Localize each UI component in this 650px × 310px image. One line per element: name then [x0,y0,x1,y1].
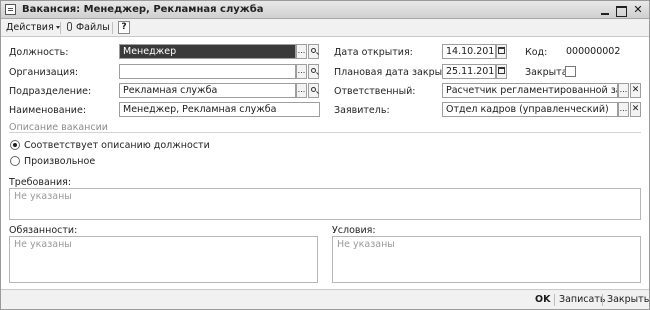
applicant-label: Заявитель: [334,105,390,116]
option-matches-label[interactable]: Соответствует описанию должности [24,140,210,151]
ok-button[interactable]: OK [535,294,550,305]
actions-label: Действия [6,22,54,33]
radio-matches-description[interactable] [10,140,20,150]
position-field-group: Менеджер [119,44,320,59]
department-select-button[interactable] [296,83,307,98]
closed-label: Закрыта [525,67,568,78]
closed-checkbox[interactable] [565,66,576,77]
section-divider [9,132,641,133]
conditions-textarea[interactable]: Не указаны [332,236,641,283]
requirements-textarea[interactable]: Не указаны [9,188,641,220]
title-bar: Вакансия: Менеджер, Рекламная служба ✕ [1,1,649,19]
name-input[interactable]: Менеджер, Рекламная служба [119,102,320,117]
applicant-field-group: Отдел кадров (управленческий) ✕ [442,102,642,117]
files-button[interactable]: Файлы [67,22,110,33]
window-title: Вакансия: Менеджер, Рекламная служба [22,4,264,15]
duties-textarea[interactable]: Не указаны [9,236,318,283]
organization-field-group [119,64,320,79]
applicant-select-button[interactable] [618,102,629,117]
code-value: 000000002 [566,46,621,57]
planned-close-field-group: 25.11.2010 [442,64,508,79]
position-open-button[interactable] [308,44,319,59]
button-divider [602,294,603,306]
position-select-button[interactable] [296,44,307,59]
department-open-button[interactable] [308,83,319,98]
save-button[interactable]: Записать [559,294,605,305]
calendar-icon [498,47,505,54]
minimize-button[interactable] [599,4,611,16]
department-field-group: Рекламная служба [119,83,320,98]
toolbar-divider [60,22,61,34]
maximize-button[interactable] [615,4,627,17]
clear-icon: ✕ [631,85,640,95]
option-custom-label[interactable]: Произвольное [24,156,95,167]
organization-label: Организация: [9,67,79,78]
planned-close-calendar-button[interactable] [496,64,507,79]
department-input[interactable]: Рекламная служба [119,83,296,98]
open-date-field-group: 14.10.2010 [442,44,508,59]
radio-custom-description[interactable] [10,156,20,166]
actions-menu[interactable]: Действия [6,22,60,33]
code-label: Код: [525,47,548,58]
document-icon [5,4,16,15]
command-bar: Действия Файлы ? [1,19,649,37]
help-button[interactable]: ? [118,21,130,34]
organization-select-button[interactable] [296,64,307,79]
close-button[interactable]: Закрыть [607,294,649,305]
search-icon [311,68,316,73]
toolbar-divider [112,22,113,34]
responsible-input[interactable]: Расчетчик регламентированной зарплаты [442,83,618,98]
close-window-button[interactable]: ✕ [632,4,644,16]
open-date-input[interactable]: 14.10.2010 [442,44,496,59]
vacancy-window: Вакансия: Менеджер, Рекламная служба ✕ Д… [0,0,650,310]
button-divider [554,294,555,306]
calendar-icon [498,67,505,74]
clear-icon: ✕ [631,104,640,114]
position-input[interactable]: Менеджер [119,44,296,59]
paperclip-icon [67,22,72,31]
name-label: Наименование: [9,105,87,116]
organization-input[interactable] [119,64,296,79]
search-icon [311,87,316,92]
responsible-field-group: Расчетчик регламентированной зарплаты ✕ [442,83,642,98]
conditions-label: Условия: [332,225,376,236]
open-date-label: Дата открытия: [334,47,413,58]
department-label: Подразделение: [9,86,92,97]
files-label: Файлы [76,22,110,33]
organization-open-button[interactable] [308,64,319,79]
responsible-label: Ответственный: [334,86,416,97]
duties-label: Обязанности: [9,225,78,236]
open-date-calendar-button[interactable] [496,44,507,59]
position-label: Должность: [9,47,69,58]
responsible-select-button[interactable] [618,83,629,98]
applicant-input[interactable]: Отдел кадров (управленческий) [442,102,618,117]
search-icon [311,48,316,53]
planned-close-input[interactable]: 25.11.2010 [442,64,496,79]
requirements-label: Требования: [9,177,72,188]
applicant-clear-button[interactable]: ✕ [630,102,641,117]
bottom-bar: OK Записать Закрыть [1,289,649,309]
responsible-clear-button[interactable]: ✕ [630,83,641,98]
